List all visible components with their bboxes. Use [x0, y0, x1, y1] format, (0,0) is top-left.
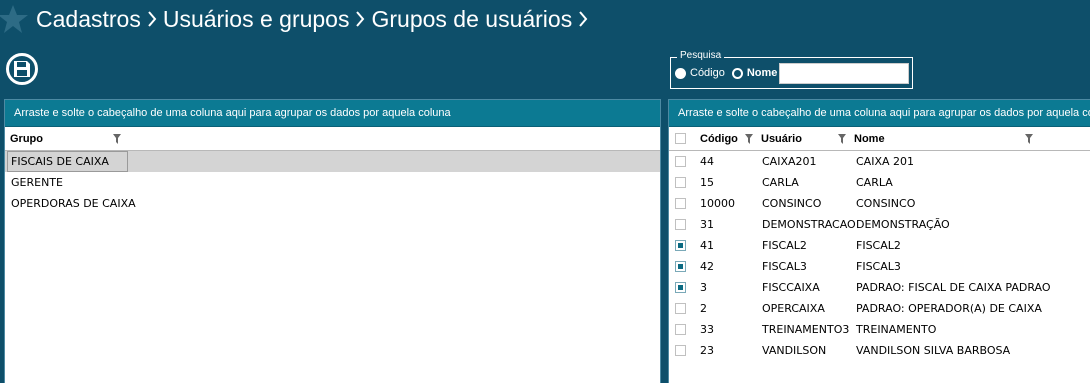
user-code: 2 — [700, 302, 707, 315]
user-code: 42 — [700, 260, 714, 273]
user-code: 41 — [700, 239, 714, 252]
row-checkbox[interactable] — [675, 324, 686, 335]
group-by-bar[interactable]: Arraste e solte o cabeçalho de uma colun… — [5, 100, 660, 127]
group-name: GERENTE — [11, 176, 63, 189]
table-row[interactable]: 2 OPERCAIXA PADRAO: OPERADOR(A) DE CAIXA — [669, 298, 1090, 319]
group-name: OPERDORAS DE CAIXA — [11, 197, 136, 210]
table-row[interactable]: 41 FISCAL2 FISCAL2 — [669, 235, 1090, 256]
user-name: CAIXA 201 — [856, 155, 915, 168]
row-checkbox[interactable] — [675, 345, 686, 356]
user-code: 10000 — [700, 197, 735, 210]
table-row[interactable]: 23 VANDILSON VANDILSON SILVA BARBOSA — [669, 340, 1090, 361]
table-row[interactable]: GERENTE — [5, 172, 660, 193]
user-name: CONSINCO — [856, 197, 916, 210]
user-code: 31 — [700, 218, 714, 231]
search-legend: Pesquisa — [677, 50, 725, 61]
row-checkbox[interactable] — [675, 282, 686, 293]
row-checkbox[interactable] — [675, 303, 686, 314]
user-name: CARLA — [856, 176, 893, 189]
row-checkbox[interactable] — [675, 177, 686, 188]
user-name: VANDILSON SILVA BARBOSA — [856, 344, 1011, 357]
radio-codigo[interactable] — [675, 67, 686, 79]
breadcrumb: Cadastros Usuários e grupos Grupos de us… — [36, 4, 594, 34]
radio-nome-label[interactable]: Nome — [747, 67, 778, 79]
user-code: 15 — [700, 176, 714, 189]
user-login: TREINAMENTO3 — [762, 323, 850, 336]
table-row[interactable]: 31 DEMONSTRACAO DEMONSTRAÇÃO — [669, 214, 1090, 235]
row-checkbox[interactable] — [675, 198, 686, 209]
breadcrumb-item-grupos-de-usuarios: Grupos de usuários — [371, 5, 573, 32]
save-button[interactable] — [6, 53, 38, 85]
star-icon[interactable] — [0, 2, 30, 36]
users-grid: Arraste e solte o cabeçalho de uma colun… — [668, 99, 1090, 383]
user-login: OPERCAIXA — [762, 302, 825, 315]
group-by-bar[interactable]: Arraste e solte o cabeçalho de uma colun… — [669, 100, 1090, 127]
groups-header: Grupo — [5, 127, 660, 151]
user-name: FISCAL3 — [856, 260, 901, 273]
row-checkbox[interactable] — [675, 219, 686, 230]
table-row[interactable]: OPERDORAS DE CAIXA — [5, 193, 660, 214]
table-row[interactable]: FISCAIS DE CAIXA — [5, 151, 660, 172]
column-header-nome[interactable]: Nome — [854, 127, 885, 151]
user-login: DEMONSTRACAO — [762, 218, 856, 231]
column-header-usuario[interactable]: Usuário — [761, 127, 802, 151]
user-login: CONSINCO — [762, 197, 822, 210]
table-row[interactable]: 15 CARLA CARLA — [669, 172, 1090, 193]
user-name: TREINAMENTO — [856, 323, 937, 336]
user-name: PADRAO: FISCAL DE CAIXA PADRAO — [856, 281, 1051, 294]
user-login: FISCAL2 — [762, 239, 807, 252]
radio-codigo-label[interactable]: Código — [690, 67, 725, 79]
chevron-right-icon — [355, 10, 365, 28]
search-mode-radio-group: Código Nome — [675, 67, 784, 79]
floppy-disk-icon — [14, 61, 30, 77]
chevron-right-icon — [578, 10, 588, 28]
users-rows: 44 CAIXA201 CAIXA 201 15 CARLA CARLA 10000 CONS… — [669, 151, 1090, 361]
search-input[interactable] — [779, 63, 909, 84]
user-code: 33 — [700, 323, 714, 336]
column-header-codigo[interactable]: Código — [700, 127, 738, 151]
row-checkbox[interactable] — [675, 240, 686, 251]
breadcrumb-item-cadastros[interactable]: Cadastros — [36, 6, 141, 33]
table-row[interactable]: 42 FISCAL3 FISCAL3 — [669, 256, 1090, 277]
user-code: 23 — [700, 344, 714, 357]
table-row[interactable]: 33 TREINAMENTO3 TREINAMENTO — [669, 319, 1090, 340]
group-name: FISCAIS DE CAIXA — [11, 155, 109, 168]
filter-icon[interactable] — [745, 134, 753, 144]
users-header: Código Usuário Nome — [669, 127, 1090, 151]
user-code: 44 — [700, 155, 714, 168]
filter-icon[interactable] — [838, 134, 846, 144]
row-checkbox[interactable] — [675, 156, 686, 167]
filter-icon[interactable] — [1025, 134, 1033, 144]
table-row[interactable]: 3 FISCCAIXA PADRAO: FISCAL DE CAIXA PADRAO — [669, 277, 1090, 298]
user-login: VANDILSON — [762, 344, 827, 357]
user-login: FISCCAIXA — [762, 281, 820, 294]
table-row[interactable]: 44 CAIXA201 CAIXA 201 — [669, 151, 1090, 172]
filter-icon[interactable] — [113, 134, 121, 144]
column-header-grupo[interactable]: Grupo — [10, 127, 43, 151]
chevron-right-icon — [147, 10, 157, 28]
row-checkbox[interactable] — [675, 261, 686, 272]
search-fieldset: Pesquisa Código Nome — [670, 50, 913, 89]
user-code: 3 — [700, 281, 707, 294]
table-row[interactable]: 10000 CONSINCO CONSINCO — [669, 193, 1090, 214]
select-all-checkbox[interactable] — [675, 133, 686, 144]
user-login: CAIXA201 — [762, 155, 817, 168]
groups-grid: Arraste e solte o cabeçalho de uma colun… — [4, 99, 661, 383]
user-name: DEMONSTRAÇÃO — [856, 218, 950, 231]
user-login: FISCAL3 — [762, 260, 807, 273]
user-login: CARLA — [762, 176, 799, 189]
breadcrumb-item-usuarios-e-grupos[interactable]: Usuários e grupos — [163, 6, 350, 33]
radio-nome[interactable] — [731, 67, 743, 79]
user-name: PADRAO: OPERADOR(A) DE CAIXA — [856, 302, 1042, 315]
user-name: FISCAL2 — [856, 239, 901, 252]
